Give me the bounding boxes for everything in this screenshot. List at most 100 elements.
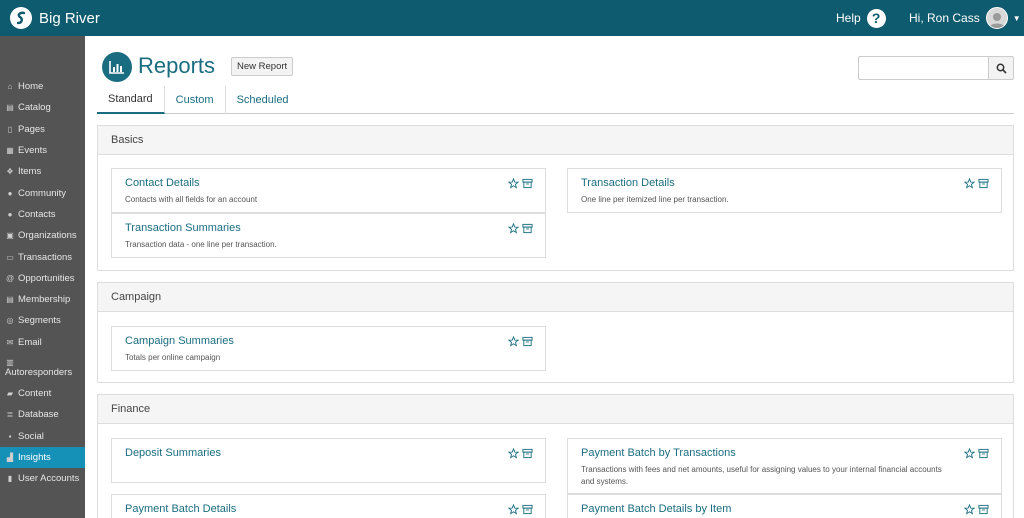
big-river-logo-icon: [10, 7, 32, 29]
report-description: Transactions with fees and net amounts, …: [581, 465, 942, 486]
sidebar-item-email[interactable]: ✉ Email: [0, 332, 85, 353]
sidebar-item-catalog[interactable]: ▤ Catalog: [0, 97, 85, 118]
autoresponders-icon: ▥: [6, 357, 14, 367]
calendar-icon: ▦: [6, 146, 14, 156]
sidebar-item-label: Social: [18, 430, 44, 442]
community-icon: ●: [7, 188, 13, 198]
report-description: One line per itemized line per transacti…: [581, 195, 729, 204]
report-title-link[interactable]: Transaction Summaries: [125, 222, 241, 234]
sidebar-item-content[interactable]: ▰ Content: [0, 383, 85, 404]
sidebar-item-events[interactable]: ▦ Events: [0, 140, 85, 161]
folder-icon: ▰: [6, 389, 14, 398]
reports-chart-icon: [102, 52, 132, 82]
social-icon: ▪: [8, 431, 12, 441]
report-title-link[interactable]: Deposit Summaries: [125, 447, 221, 459]
sidebar-item-membership[interactable]: ▤ Membership: [0, 289, 85, 310]
sidebar-item-label: Community: [18, 187, 67, 199]
sidebar-item-organizations[interactable]: ▣ Organizations: [0, 225, 85, 246]
star-icon[interactable]: [508, 178, 519, 189]
section-finance: Finance Deposit Summaries Payment Batch …: [97, 394, 1014, 518]
report-title-link[interactable]: Payment Batch Details: [125, 503, 236, 515]
sidebar-item-pages[interactable]: ▯ Pages: [0, 119, 85, 140]
organizations-icon: ▣: [6, 231, 14, 241]
sidebar-item-items[interactable]: ❖ Items: [0, 161, 85, 182]
section-title: Campaign: [98, 283, 1013, 312]
star-icon[interactable]: [964, 448, 975, 459]
section-campaign: Campaign Campaign Summaries Totals per o…: [97, 282, 1014, 383]
sidebar-item-label: User Accounts: [18, 473, 80, 485]
report-title-link[interactable]: Payment Batch Details by Item: [581, 503, 731, 515]
new-report-button[interactable]: New Report: [231, 57, 294, 76]
sidebar-item-label: Content: [18, 388, 52, 399]
sidebar-item-user-accounts[interactable]: ▮ User Accounts: [0, 468, 85, 489]
sidebar-item-label: Email: [18, 336, 42, 348]
star-icon[interactable]: [508, 223, 519, 234]
section-title: Finance: [98, 395, 1013, 424]
tab-scheduled[interactable]: Scheduled: [226, 86, 300, 114]
sidebar-item-transactions[interactable]: ▭ Transactions: [0, 246, 85, 267]
cart-icon: ▤: [6, 103, 14, 113]
report-tabs: Standard Custom Scheduled: [97, 86, 1014, 114]
star-icon[interactable]: [508, 336, 519, 347]
help-link[interactable]: Help ?: [836, 8, 886, 28]
report-description: Contacts with all fields for an account: [125, 195, 258, 204]
database-icon: ≣: [6, 410, 14, 420]
report-description: Totals per online campaign: [125, 353, 221, 362]
archive-icon[interactable]: [522, 504, 533, 515]
report-title-link[interactable]: Transaction Details: [581, 177, 675, 189]
sidebar-item-autoresponders[interactable]: ▥ Autoresponders: [0, 353, 85, 383]
tab-custom[interactable]: Custom: [165, 86, 226, 114]
archive-icon[interactable]: [522, 178, 533, 189]
sidebar-item-label: Items: [18, 166, 42, 178]
sidebar-item-community[interactable]: ● Community: [0, 182, 85, 203]
sidebar-item-label: Events: [18, 145, 48, 157]
report-title-link[interactable]: Payment Batch by Transactions: [581, 447, 736, 459]
app-name: Big River: [39, 9, 100, 27]
tab-standard[interactable]: Standard: [97, 86, 165, 114]
home-icon: ⌂: [7, 82, 13, 92]
report-card-payment-batch-details: Payment Batch Details: [111, 494, 546, 518]
archive-icon[interactable]: [978, 178, 989, 189]
star-icon[interactable]: [964, 178, 975, 189]
sidebar-item-label: Opportunities: [18, 272, 75, 284]
star-icon[interactable]: [964, 504, 975, 515]
sidebar-item-home[interactable]: ⌂ Home: [0, 76, 85, 97]
chevron-down-icon: ▼: [1012, 13, 1021, 23]
archive-icon[interactable]: [522, 223, 533, 234]
transactions-icon: ▭: [6, 252, 14, 262]
report-title-link[interactable]: Contact Details: [125, 177, 200, 189]
sidebar-item-database[interactable]: ≣ Database: [0, 404, 85, 425]
brand[interactable]: Big River: [10, 7, 100, 29]
star-icon[interactable]: [508, 504, 519, 515]
sidebar-item-segments[interactable]: ◎ Segments: [0, 310, 85, 331]
pages-icon: ▯: [7, 124, 13, 134]
archive-icon[interactable]: [522, 336, 533, 347]
user-accounts-icon: ▮: [7, 474, 13, 484]
report-card-transaction-summaries: Transaction Summaries Transaction data -…: [111, 213, 546, 258]
report-card-payment-batch-by-transactions: Payment Batch by Transactions Transactio…: [567, 438, 1002, 494]
search-button[interactable]: [988, 56, 1014, 80]
sidebar-item-contacts[interactable]: ● Contacts: [0, 204, 85, 225]
segments-icon: ◎: [6, 316, 14, 326]
archive-icon[interactable]: [522, 448, 533, 459]
sidebar-item-label: Pages: [18, 123, 45, 135]
page-title: Reports: [138, 53, 216, 78]
membership-icon: ▤: [6, 295, 14, 305]
sidebar-item-opportunities[interactable]: @ Opportunities: [0, 268, 85, 289]
sidebar-item-label: Membership: [18, 294, 71, 306]
sidebar-item-insights[interactable]: ▟ Insights: [0, 446, 85, 469]
sidebar-item-social[interactable]: ▪ Social: [0, 425, 85, 446]
archive-icon[interactable]: [978, 504, 989, 515]
sidebar-item-label: Database: [18, 409, 59, 421]
archive-icon[interactable]: [978, 448, 989, 459]
items-icon: ❖: [6, 167, 14, 177]
sidebar-item-label: Transactions: [18, 251, 73, 263]
report-card-contact-details: Contact Details Contacts with all fields…: [111, 168, 546, 213]
search-input[interactable]: [858, 56, 988, 80]
star-icon[interactable]: [508, 448, 519, 459]
report-description: Transaction data - one line per transact…: [125, 240, 277, 249]
user-menu[interactable]: Hi, Ron Cass ▼: [909, 7, 1021, 29]
report-title-link[interactable]: Campaign Summaries: [125, 335, 234, 347]
sidebar-item-label: Home: [18, 81, 44, 93]
report-card-transaction-details: Transaction Details One line per itemize…: [567, 168, 1002, 213]
